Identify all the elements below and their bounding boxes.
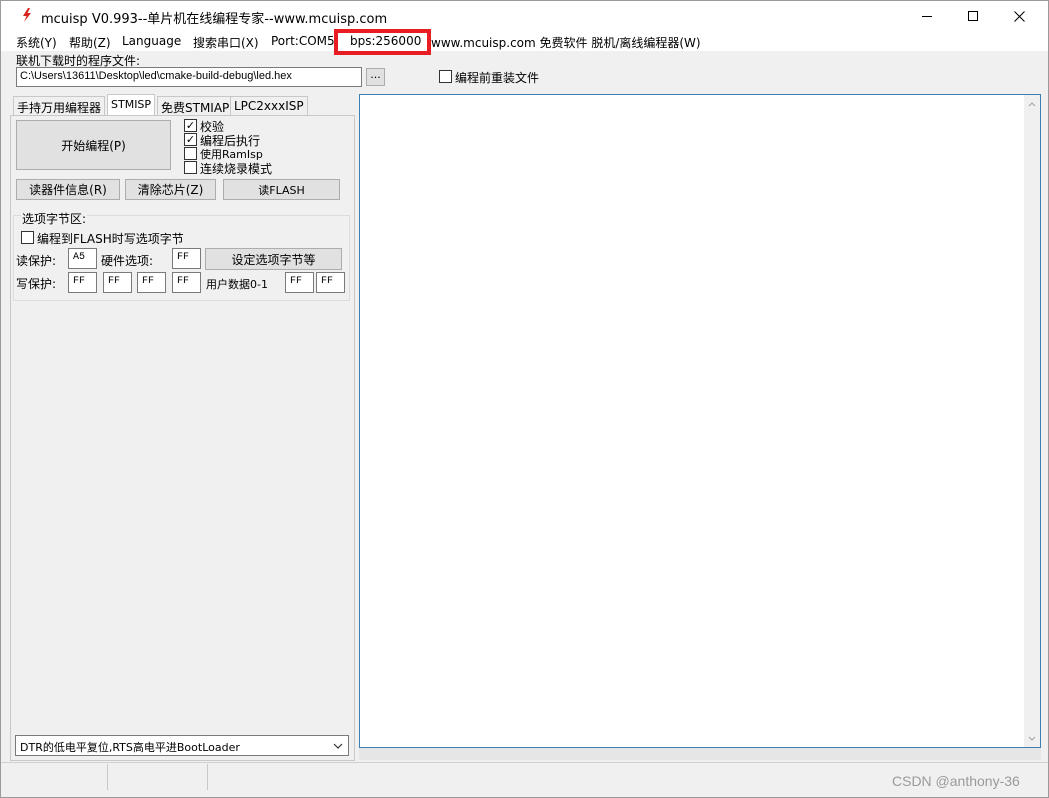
tab-stmisp[interactable]: STMISP xyxy=(107,94,156,116)
checkmark-icon: ✓ xyxy=(185,119,196,132)
close-icon xyxy=(1013,10,1025,22)
use-ramisp-checkbox[interactable] xyxy=(184,147,197,160)
menu-bar: 系统(Y) 帮助(Z) Language 搜索串口(X) Port:COM5 b… xyxy=(1,31,1048,51)
close-button[interactable] xyxy=(996,1,1042,31)
maximize-button[interactable] xyxy=(950,1,996,31)
app-logo-icon xyxy=(23,8,31,22)
continuous-burn-label: 连续烧录模式 xyxy=(200,162,273,176)
write-protect-field-0[interactable]: FF xyxy=(68,272,97,293)
bps-highlight-box xyxy=(334,29,431,55)
option-bytes-title: 选项字节区: xyxy=(21,210,88,227)
minimize-button[interactable] xyxy=(904,1,950,31)
write-protect-field-3[interactable]: FF xyxy=(172,272,201,293)
menu-search-port[interactable]: 搜索串口(X) xyxy=(193,34,259,51)
read-protect-field[interactable]: A5 xyxy=(68,248,97,269)
title-bar: mcuisp V0.993--单片机在线编程专家--www.mcuisp.com xyxy=(1,1,1048,31)
minimize-icon xyxy=(922,15,932,17)
tab-free-stmiap[interactable]: 免费STMIAP xyxy=(157,96,234,115)
set-option-bytes-button[interactable]: 设定选项字节等 xyxy=(205,248,342,270)
verify-checkbox[interactable]: ✓ xyxy=(184,119,197,132)
mcuisp-window: n mcuisp V0.993--单片机在线编程专家--www.mcuisp.c… xyxy=(0,0,1049,798)
write-protect-field-1[interactable]: FF xyxy=(103,272,132,293)
boot-mode-select[interactable]: DTR的低电平复位,RTS高电平进BootLoader xyxy=(15,735,349,756)
maximize-icon xyxy=(968,11,978,21)
hw-option-field[interactable]: FF xyxy=(172,248,201,269)
write-option-bytes-checkbox[interactable] xyxy=(21,231,34,244)
csdn-watermark: CSDN @anthony-36 xyxy=(892,773,1020,789)
log-output-area[interactable] xyxy=(359,94,1041,748)
continuous-burn-checkbox[interactable] xyxy=(184,161,197,174)
status-cell-2 xyxy=(108,764,208,790)
menu-system[interactable]: 系统(Y) xyxy=(16,34,57,51)
tab-lpc2xxxisp[interactable]: LPC2xxxISP xyxy=(230,96,308,115)
run-after-program-checkbox[interactable]: ✓ xyxy=(184,133,197,146)
read-protect-label: 读保护: xyxy=(16,254,57,268)
menu-language[interactable]: Language xyxy=(122,34,181,48)
read-flash-button[interactable]: 读FLASH xyxy=(223,179,340,200)
tab-handheld-programmer[interactable]: 手持万用编程器 xyxy=(13,96,106,115)
log-bottom-bar xyxy=(359,748,1041,760)
write-option-bytes-label: 编程到FLASH时写选项字节 xyxy=(37,232,184,246)
window-title: mcuisp V0.993--单片机在线编程专家--www.mcuisp.com xyxy=(41,12,388,27)
program-file-input[interactable]: C:\Users\13611\Desktop\led\cmake-build-d… xyxy=(16,67,362,87)
write-protect-field-2[interactable]: FF xyxy=(137,272,166,293)
chevron-up-icon xyxy=(1028,101,1036,106)
menu-port[interactable]: Port:COM5 xyxy=(271,34,335,48)
log-vertical-scrollbar[interactable] xyxy=(1024,95,1040,747)
erase-chip-button[interactable]: 清除芯片(Z) xyxy=(125,179,216,200)
chevron-down-icon xyxy=(1028,736,1036,741)
start-program-button[interactable]: 开始编程(P) xyxy=(16,120,171,170)
reload-before-program-label: 编程前重装文件 xyxy=(455,71,540,85)
user-data-field-0[interactable]: FF xyxy=(285,272,314,293)
scroll-up-button[interactable] xyxy=(1025,97,1039,111)
checkmark-icon: ✓ xyxy=(185,133,196,146)
status-cell-1 xyxy=(1,764,108,790)
boot-mode-dropdown-button[interactable] xyxy=(328,736,348,755)
browse-button[interactable]: ... xyxy=(366,68,385,86)
menu-help[interactable]: 帮助(Z) xyxy=(69,34,111,51)
chevron-down-icon xyxy=(333,743,343,749)
menu-website[interactable]: www.mcuisp.com 免费软件 脱机/离线编程器(W) xyxy=(431,34,701,51)
hw-option-label: 硬件选项: xyxy=(101,254,154,268)
write-protect-label: 写保护: xyxy=(16,277,57,291)
user-data-label: 用户数据0-1 xyxy=(206,278,268,291)
reload-before-program-checkbox[interactable] xyxy=(439,70,452,83)
read-device-info-button[interactable]: 读器件信息(R) xyxy=(16,179,120,200)
scroll-down-button[interactable] xyxy=(1025,731,1039,745)
user-data-field-1[interactable]: FF xyxy=(316,272,345,293)
